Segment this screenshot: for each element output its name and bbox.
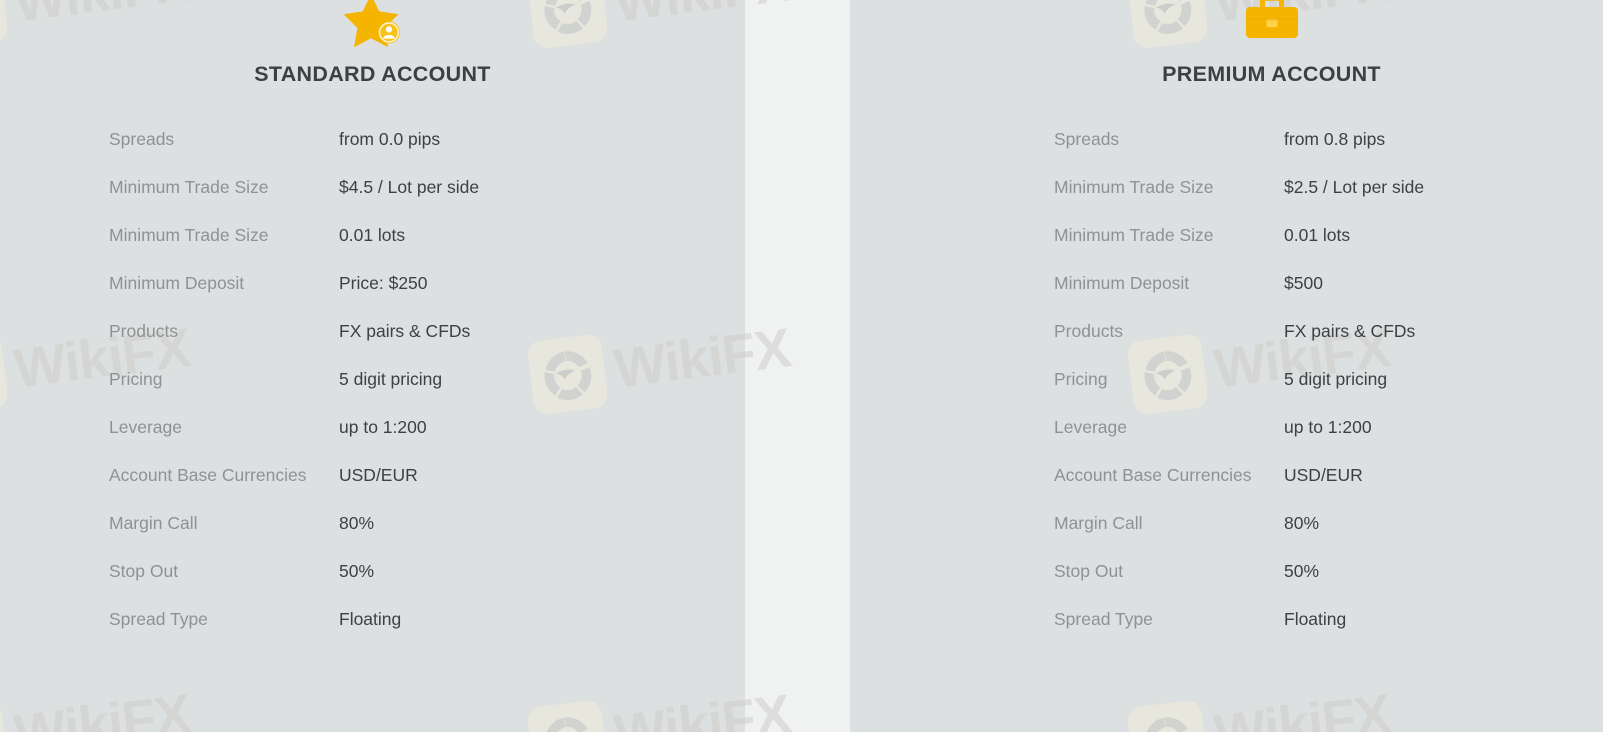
spec-value: FX pairs & CFDs xyxy=(339,316,470,346)
spec-value: Floating xyxy=(339,604,401,634)
spec-label: Pricing xyxy=(1054,364,1284,394)
spec-value: from 0.8 pips xyxy=(1284,124,1385,154)
card-title-standard: STANDARD ACCOUNT xyxy=(0,64,745,86)
spec-value: 50% xyxy=(1284,556,1319,586)
spec-label: Account Base Currencies xyxy=(109,460,339,490)
spec-row: Minimum Trade Size$2.5 / Lot per side xyxy=(1054,172,1603,220)
account-card-premium: PREMIUM ACCOUNT Spreadsfrom 0.8 pipsMini… xyxy=(850,0,1603,732)
spec-label: Pricing xyxy=(109,364,339,394)
spec-value: $2.5 / Lot per side xyxy=(1284,172,1424,202)
spec-row: ProductsFX pairs & CFDs xyxy=(1054,316,1603,364)
spec-label: Spread Type xyxy=(1054,604,1284,634)
spec-row: Spreadsfrom 0.8 pips xyxy=(1054,124,1603,172)
spec-value: 80% xyxy=(339,508,374,538)
card-header-premium: PREMIUM ACCOUNT xyxy=(850,0,1603,86)
spec-list-standard: Spreadsfrom 0.0 pipsMinimum Trade Size$4… xyxy=(0,124,745,652)
spec-value: 5 digit pricing xyxy=(1284,364,1387,394)
spec-row: Minimum Deposit$500 xyxy=(1054,268,1603,316)
spec-label: Stop Out xyxy=(109,556,339,586)
spec-label: Minimum Trade Size xyxy=(1054,172,1284,202)
spec-value: 50% xyxy=(339,556,374,586)
star-user-icon xyxy=(0,0,745,48)
spec-row: Spread TypeFloating xyxy=(109,604,745,652)
spec-value: $4.5 / Lot per side xyxy=(339,172,479,202)
spec-value: FX pairs & CFDs xyxy=(1284,316,1415,346)
briefcase-icon xyxy=(940,0,1603,48)
account-card-standard: STANDARD ACCOUNT Spreadsfrom 0.0 pipsMin… xyxy=(0,0,745,732)
spec-label: Account Base Currencies xyxy=(1054,460,1284,490)
spec-row: Spread TypeFloating xyxy=(1054,604,1603,652)
spec-label: Minimum Trade Size xyxy=(1054,220,1284,250)
spec-row: Minimum Trade Size0.01 lots xyxy=(1054,220,1603,268)
column-gap xyxy=(745,0,850,732)
spec-label: Margin Call xyxy=(109,508,339,538)
spec-label: Leverage xyxy=(109,412,339,442)
spec-label: Spreads xyxy=(109,124,339,154)
account-comparison-page: WikiFXWikiFXWikiFXWikiFXWikiFXWikiFXWiki… xyxy=(0,0,1603,732)
content-layer: STANDARD ACCOUNT Spreadsfrom 0.0 pipsMin… xyxy=(0,0,1603,732)
spec-row: Spreadsfrom 0.0 pips xyxy=(109,124,745,172)
spec-list-premium: Spreadsfrom 0.8 pipsMinimum Trade Size$2… xyxy=(850,124,1603,652)
spec-value: up to 1:200 xyxy=(339,412,427,442)
spec-value: 0.01 lots xyxy=(339,220,405,250)
spec-row: Stop Out50% xyxy=(1054,556,1603,604)
spec-label: Stop Out xyxy=(1054,556,1284,586)
spec-row: Stop Out50% xyxy=(109,556,745,604)
spec-label: Minimum Trade Size xyxy=(109,220,339,250)
spec-row: Margin Call80% xyxy=(109,508,745,556)
spec-value: 80% xyxy=(1284,508,1319,538)
spec-label: Minimum Deposit xyxy=(109,268,339,298)
card-title-premium: PREMIUM ACCOUNT xyxy=(940,64,1603,86)
spec-value: $500 xyxy=(1284,268,1323,298)
spec-row: Minimum Trade Size0.01 lots xyxy=(109,220,745,268)
spec-value: 0.01 lots xyxy=(1284,220,1350,250)
spec-label: Minimum Trade Size xyxy=(109,172,339,202)
spec-row: Pricing5 digit pricing xyxy=(109,364,745,412)
spec-row: Leverageup to 1:200 xyxy=(1054,412,1603,460)
spec-value: USD/EUR xyxy=(339,460,418,490)
spec-label: Products xyxy=(1054,316,1284,346)
spec-row: Margin Call80% xyxy=(1054,508,1603,556)
spec-row: Leverageup to 1:200 xyxy=(109,412,745,460)
spec-label: Minimum Deposit xyxy=(1054,268,1284,298)
spec-value: from 0.0 pips xyxy=(339,124,440,154)
spec-row: Account Base CurrenciesUSD/EUR xyxy=(1054,460,1603,508)
spec-row: Account Base CurrenciesUSD/EUR xyxy=(109,460,745,508)
spec-value: up to 1:200 xyxy=(1284,412,1372,442)
spec-label: Leverage xyxy=(1054,412,1284,442)
spec-label: Spread Type xyxy=(109,604,339,634)
spec-row: Pricing5 digit pricing xyxy=(1054,364,1603,412)
spec-value: USD/EUR xyxy=(1284,460,1363,490)
spec-row: ProductsFX pairs & CFDs xyxy=(109,316,745,364)
spec-value: Price: $250 xyxy=(339,268,428,298)
spec-value: Floating xyxy=(1284,604,1346,634)
spec-row: Minimum DepositPrice: $250 xyxy=(109,268,745,316)
spec-label: Margin Call xyxy=(1054,508,1284,538)
card-header-standard: STANDARD ACCOUNT xyxy=(0,0,745,86)
spec-row: Minimum Trade Size$4.5 / Lot per side xyxy=(109,172,745,220)
spec-label: Spreads xyxy=(1054,124,1284,154)
spec-label: Products xyxy=(109,316,339,346)
spec-value: 5 digit pricing xyxy=(339,364,442,394)
